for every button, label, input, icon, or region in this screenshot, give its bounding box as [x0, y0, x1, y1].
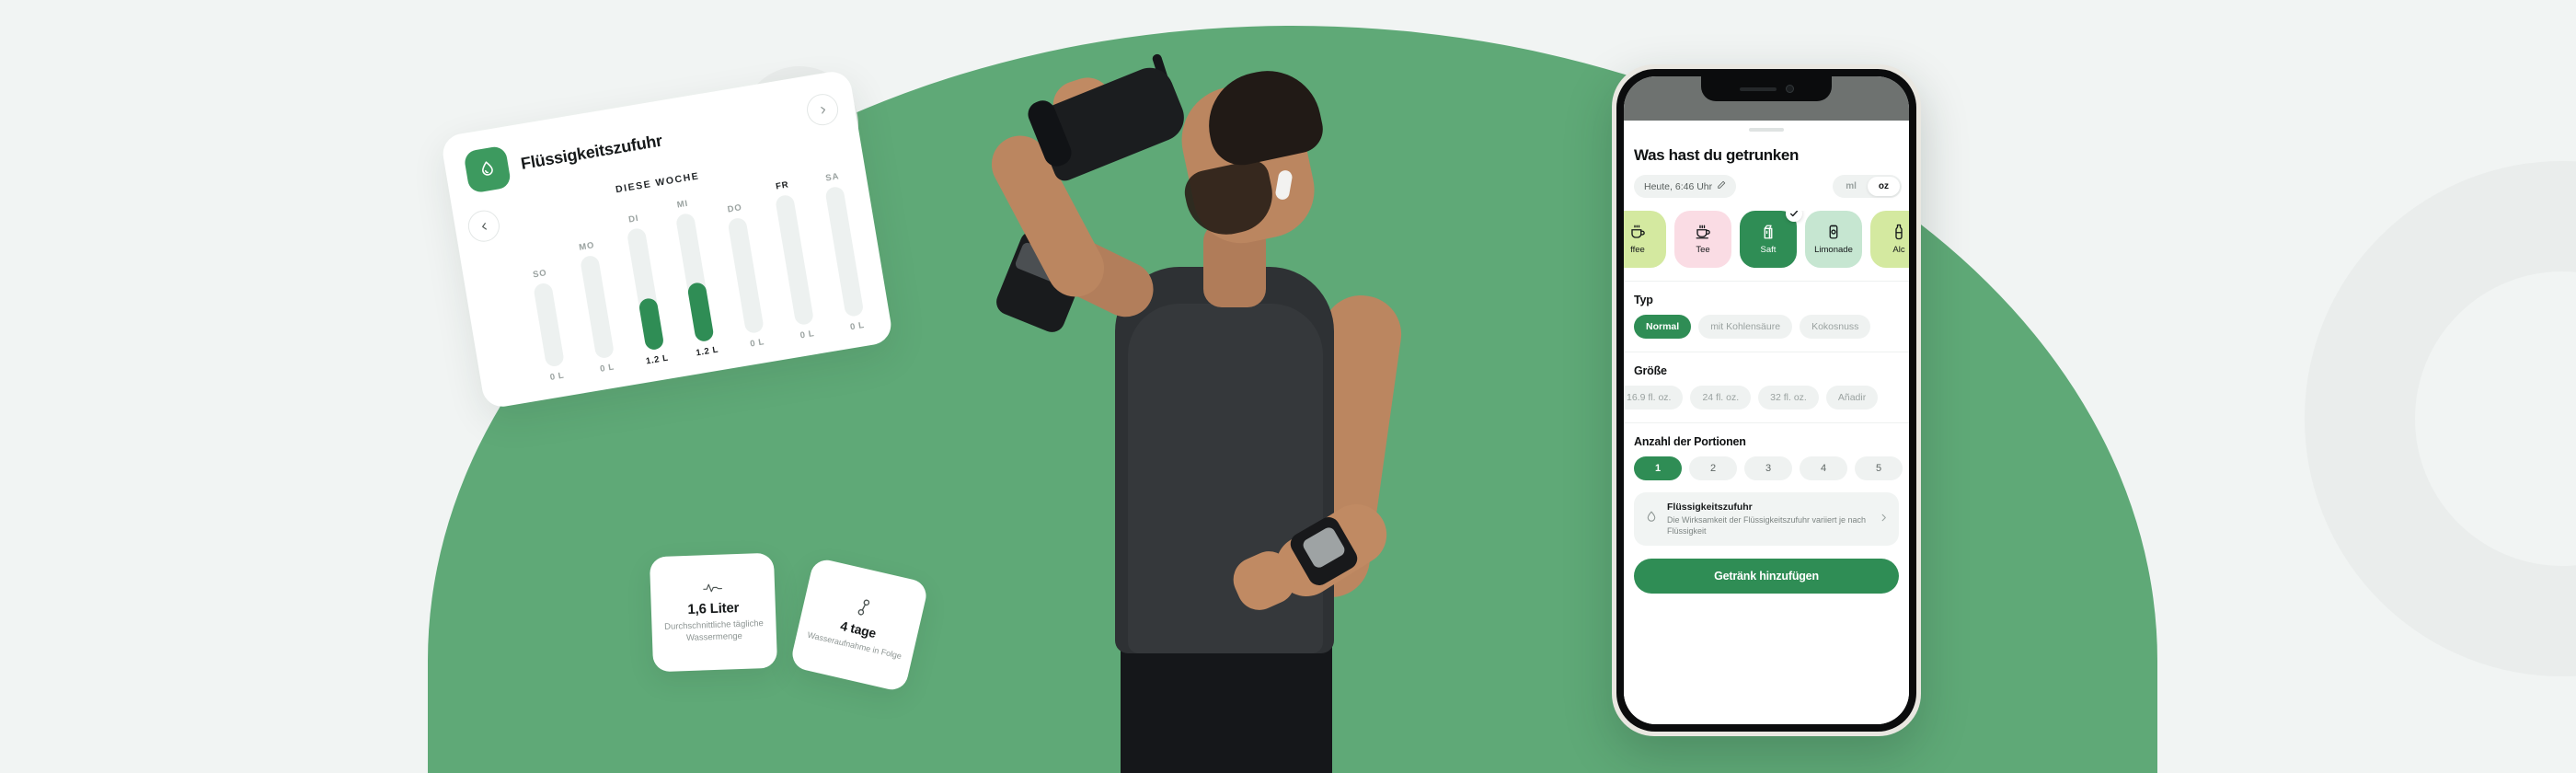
bar-track [775, 193, 815, 327]
size-chip-32-fl-oz-[interactable]: 32 fl. oz. [1758, 386, 1819, 410]
portions-section-title: Anzahl der Portionen [1634, 435, 1746, 448]
phone-mockup: Was hast du getrunken Heute, 6:46 Uhr ml… [1612, 64, 1921, 736]
page-title: Was hast du getrunken [1634, 146, 1800, 164]
time-label: Heute, 6:46 Uhr [1644, 180, 1713, 192]
unit-option-ml[interactable]: ml [1834, 177, 1868, 196]
hero-banner: Flüssigkeitszufuhr DIESE WOCHE SO 0 L MO 0 … [0, 0, 2576, 773]
bar-value-label: 0 L [849, 319, 866, 333]
type-chip-normal[interactable]: Normal [1634, 315, 1692, 339]
bar-fill [638, 296, 665, 352]
unit-option-oz[interactable]: oz [1867, 177, 1900, 196]
info-card-title: Flüssigkeitszufuhr [1667, 502, 1753, 513]
drink-chip-label: Tee [1696, 245, 1710, 255]
coffee-icon [1629, 224, 1646, 240]
bar-fill [686, 281, 715, 343]
check-icon [1786, 211, 1802, 222]
bar-day-label: MO [578, 240, 596, 253]
info-card-description: Die Wirksamkeit der Flüssigkeitszufuhr v… [1667, 515, 1867, 536]
stat-card-average: 1,6 Liter Durchschnittliche tägliche Was… [649, 552, 778, 673]
bar-day-label: MI [676, 198, 689, 211]
size-section-title: Größe [1634, 364, 1667, 377]
drink-chip-label: Limonade [1814, 245, 1853, 255]
bar-day-label: SA [824, 171, 841, 184]
bar-track [727, 216, 765, 335]
bar-fill [846, 314, 865, 317]
stat-value: 1,6 Liter [687, 600, 740, 618]
phone-screen: Was hast du getrunken Heute, 6:46 Uhr ml… [1624, 76, 1909, 724]
portion-option-2[interactable]: 2 [1689, 456, 1737, 480]
sheet-grabber[interactable] [1749, 128, 1784, 132]
drink-chip-ffee[interactable]: ffee [1624, 211, 1666, 268]
divider [1624, 422, 1909, 423]
bar-fill [796, 322, 815, 327]
size-chip-16-9-fl-oz-[interactable]: 16.9 fl. oz. [1624, 386, 1684, 410]
streak-icon [854, 597, 872, 622]
juice-carton-icon [1760, 224, 1777, 240]
type-section-title: Typ [1634, 294, 1653, 306]
athlete-photo [911, 28, 1573, 773]
divider [1624, 281, 1909, 282]
unit-toggle[interactable]: ml oz [1833, 175, 1902, 198]
bar-fill [596, 356, 615, 360]
add-drink-button[interactable]: Getränk hinzufügen [1634, 559, 1899, 594]
bar-day-label: FR [775, 179, 790, 192]
bar-day-label: SO [532, 268, 548, 281]
chevron-right-icon [1879, 511, 1889, 527]
bottle-icon [1891, 224, 1907, 240]
bar-day-label: DI [627, 213, 640, 225]
soda-can-icon [1825, 224, 1842, 240]
stat-caption: Durchschnittliche tägliche Wassermenge [663, 618, 765, 644]
bar-fill [546, 364, 565, 368]
size-chip-a-adir[interactable]: Añadir [1825, 386, 1879, 410]
water-drop-icon [463, 144, 512, 194]
type-chip-row: Normal mit Kohlensäure Kokosnuss [1634, 315, 1909, 339]
camera-icon [1785, 85, 1794, 93]
portion-option-1[interactable]: 1 [1634, 456, 1682, 480]
decorative-ring-right [2305, 161, 2576, 676]
drink-chip-label: Alc [1892, 245, 1905, 255]
bar-value-label: 1.2 L [645, 352, 670, 367]
pulse-icon [703, 581, 723, 600]
type-chip-mit-kohlens-ure[interactable]: mit Kohlensäure [1698, 315, 1793, 339]
type-chip-kokosnuss[interactable]: Kokosnuss [1800, 315, 1871, 339]
size-chip-24-fl-oz-[interactable]: 24 fl. oz. [1690, 386, 1752, 410]
bar-fill [746, 330, 765, 335]
portion-option-4[interactable]: 4 [1800, 456, 1847, 480]
size-chip-row: 16.9 fl. oz. 24 fl. oz. 32 fl. oz. Añadir [1624, 386, 1909, 410]
meta-row: Heute, 6:46 Uhr ml oz [1634, 175, 1902, 198]
drink-chip-label: Saft [1760, 245, 1777, 255]
chart-card-title: Flüssigkeitszufuhr [519, 131, 664, 173]
drink-chip-saft[interactable]: Saft [1740, 211, 1802, 268]
portions-row: 12345 [1634, 456, 1909, 480]
pencil-icon [1717, 180, 1726, 192]
bar-value-label: 0 L [799, 329, 816, 341]
drink-chip-limonade[interactable]: Limonade [1805, 211, 1862, 268]
drink-chip-label: ffee [1630, 245, 1645, 255]
portion-option-5[interactable]: 5 [1855, 456, 1903, 480]
bar-value-label: 0 L [749, 337, 765, 350]
bar-value-label: 1.2 L [695, 344, 719, 359]
bottom-sheet: Was hast du getrunken Heute, 6:46 Uhr ml… [1624, 121, 1909, 724]
phone-bezel: Was hast du getrunken Heute, 6:46 Uhr ml… [1616, 69, 1916, 732]
drink-chip-tee[interactable]: Tee [1674, 211, 1731, 268]
bar-track [674, 212, 715, 343]
speaker-icon [1739, 87, 1777, 91]
bar-value-label: 0 L [548, 370, 566, 383]
time-picker-button[interactable]: Heute, 6:46 Uhr [1634, 175, 1737, 198]
bar-track [626, 226, 665, 352]
phone-notch [1701, 76, 1832, 101]
hydration-info-card[interactable]: Flüssigkeitszufuhr Die Wirksamkeit der F… [1634, 492, 1899, 547]
teacup-icon [1695, 224, 1711, 240]
bar-track [824, 185, 865, 317]
bar-value-label: 0 L [599, 362, 615, 375]
drink-chip-alc[interactable]: Alc [1870, 211, 1909, 268]
bar-track [532, 282, 565, 368]
drink-type-selector: ffee Tee Saft Limonade Alc [1624, 211, 1909, 268]
portion-option-3[interactable]: 3 [1744, 456, 1792, 480]
water-drop-outline-icon [1644, 510, 1659, 529]
bar-track [579, 254, 615, 360]
bar-day-label: DO [726, 202, 743, 215]
